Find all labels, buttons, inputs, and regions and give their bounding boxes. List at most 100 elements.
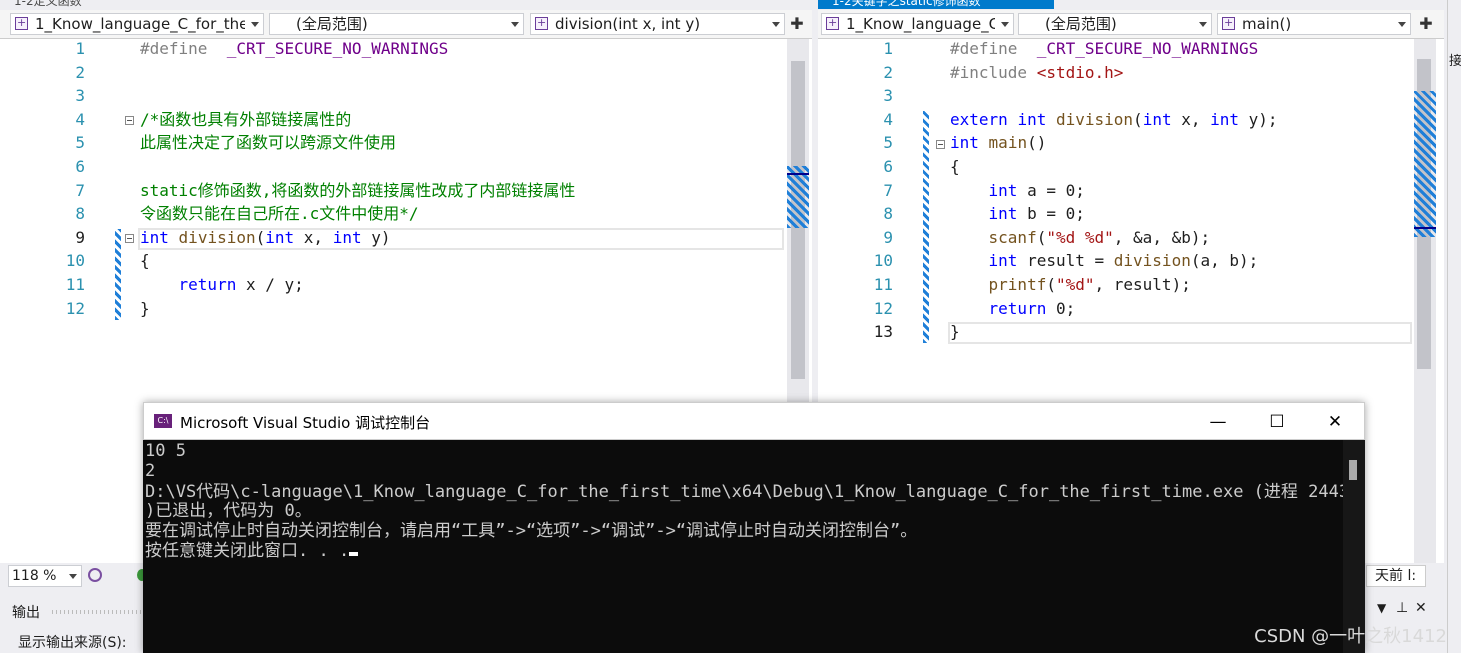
left-member-combo[interactable]: division(int x, int y) (530, 13, 785, 35)
console-title-bar[interactable]: C:\ Microsoft Visual Studio 调试控制台 — ☐ ✕ (143, 402, 1365, 440)
split-window-icon[interactable]: ✚ (1415, 13, 1437, 35)
line-number: 12 (65, 298, 85, 318)
line-number: 2 (75, 62, 85, 82)
chevron-down-icon (69, 574, 77, 579)
code-line[interactable]: int a = 0; (950, 179, 1085, 203)
right-current-line-highlight (948, 322, 1412, 344)
code-line[interactable]: return x / y; (140, 273, 304, 297)
fold-toggle-icon[interactable] (936, 140, 945, 149)
code-line[interactable]: int main() (950, 131, 1046, 155)
code-line[interactable]: int result = division(a, b); (950, 249, 1259, 273)
pin-icon[interactable]: ⊥ (1396, 600, 1408, 616)
sidebar-item-label[interactable]: 接 (1449, 50, 1461, 69)
code-line[interactable]: 令函数只能在自己所在.c文件中使用*/ (140, 202, 419, 226)
output-panel-title: 输出 (12, 605, 40, 621)
fold-toggle-icon[interactable] (125, 116, 134, 125)
line-number: 8 (883, 204, 893, 224)
fold-toggle-icon[interactable] (125, 234, 134, 243)
chevron-down-icon (772, 22, 780, 27)
code-line[interactable]: #define _CRT_SECURE_NO_WARNINGS (950, 37, 1258, 61)
function-icon (535, 14, 548, 33)
code-line[interactable]: int division(int x, int y) (140, 226, 391, 250)
line-number: 1 (75, 39, 85, 58)
console-output-line: 10 5 (145, 441, 186, 461)
left-scope-text: (全局范围) (296, 15, 368, 33)
line-number: 11 (65, 275, 85, 294)
close-button[interactable]: ✕ (1312, 409, 1358, 435)
line-number: 9 (883, 227, 893, 247)
line-number: 13 (873, 322, 893, 342)
console-output-line: 2 (145, 461, 156, 481)
left-scroll-change-marker (787, 166, 809, 228)
right-navigation-bar: 1_Know_language_C (全局范围) main() ✚ (818, 10, 1444, 39)
intellicode-icon[interactable] (88, 568, 102, 582)
split-window-icon[interactable]: ✚ (786, 13, 808, 35)
line-number: 5 (75, 133, 85, 153)
line-number: 3 (75, 86, 85, 106)
zoom-combo[interactable]: 118 % (8, 565, 82, 587)
line-number: 2 (883, 62, 893, 82)
code-line[interactable]: } (140, 297, 150, 321)
panel-dropdown-icon[interactable]: ▼ (1377, 601, 1386, 615)
line-number: 1 (883, 39, 893, 58)
code-line[interactable]: printf("%d", result); (950, 273, 1191, 297)
left-project-combo[interactable]: 1_Know_language_C_for_the_ (10, 13, 264, 35)
code-line[interactable]: } (950, 320, 960, 344)
line-number: 12 (873, 298, 893, 318)
right-tab-strip: 1-2关键字之static修饰函数 (818, 0, 1444, 9)
watermark: CSDN @一叶之秋1412 (1254, 626, 1447, 647)
console-scroll-thumb[interactable] (1349, 460, 1357, 480)
code-line[interactable]: 此属性决定了函数可以跨源文件使用 (140, 131, 396, 155)
code-line[interactable]: { (950, 155, 960, 179)
left-tab-strip: 1-2定义函数 (0, 0, 812, 9)
code-line[interactable]: static修饰函数,将函数的外部链接属性改成了内部链接属性 (140, 179, 575, 203)
right-vertical-scrollbar[interactable] (1414, 39, 1436, 563)
git-status[interactable]: 天前 l: (1366, 565, 1426, 587)
line-number: 9 (75, 227, 85, 247)
panel-grip (52, 610, 142, 614)
line-number: 10 (873, 251, 893, 271)
code-line[interactable]: extern int division(int x, int y); (950, 108, 1278, 132)
console-output-line: )已退出，代码为 0。 (145, 501, 312, 521)
right-scroll-caret-marker (1414, 227, 1436, 229)
text-cursor (349, 552, 359, 556)
line-number: 11 (873, 275, 893, 294)
left-navigation-bar: 1_Know_language_C_for_the_ (全局范围) divisi… (0, 10, 812, 39)
console-output-line: 按任意键关闭此窗口. . . (145, 541, 359, 561)
code-line[interactable]: /*函数也具有外部链接属性的 (140, 108, 351, 132)
console-app-icon: C:\ (154, 414, 172, 428)
right-scroll-change-marker (1414, 91, 1436, 237)
line-number: 6 (883, 157, 893, 176)
right-scope-combo[interactable]: (全局范围) (1018, 13, 1212, 35)
chevron-down-icon (1398, 22, 1406, 27)
panel-close-icon[interactable]: ✕ (1415, 600, 1427, 616)
output-source-label: 显示输出来源(S): (18, 635, 127, 651)
code-line[interactable]: return 0; (950, 297, 1076, 321)
console-prompt-text: 按任意键关闭此窗口. . . (145, 541, 350, 561)
right-project-combo[interactable]: 1_Know_language_C (821, 13, 1014, 35)
chevron-down-icon (251, 22, 259, 27)
code-line[interactable]: #define _CRT_SECURE_NO_WARNINGS (140, 37, 448, 61)
code-line[interactable]: int b = 0; (950, 202, 1085, 226)
left-member-text: division(int x, int y) (555, 15, 701, 33)
chevron-down-icon (1001, 22, 1009, 27)
debug-console-window[interactable]: C:\ Microsoft Visual Studio 调试控制台 — ☐ ✕ … (143, 402, 1365, 653)
minimize-button[interactable]: — (1195, 409, 1241, 435)
maximize-button[interactable]: ☐ (1254, 409, 1300, 435)
code-line[interactable]: scanf("%d %d", &a, &b); (950, 226, 1211, 250)
line-number: 10 (65, 251, 85, 271)
tab-right-file[interactable]: 1-2关键字之static修饰函数 (818, 0, 1054, 9)
chevron-down-icon (511, 22, 519, 27)
line-number: 5 (883, 133, 893, 153)
project-icon (826, 14, 839, 33)
zoom-value: 118 % (12, 568, 57, 584)
line-number: 3 (883, 86, 893, 106)
line-number: 4 (75, 109, 85, 129)
right-side-toolbar: 接 (1447, 0, 1461, 653)
left-scope-combo[interactable]: (全局范围) (269, 13, 524, 35)
code-line[interactable]: { (140, 249, 150, 273)
console-output-line: D:\VS代码\c-language\1_Know_language_C_for… (145, 482, 1345, 502)
code-line[interactable]: #include <stdio.h> (950, 61, 1123, 85)
right-member-combo[interactable]: main() (1217, 13, 1411, 35)
tab-left-file[interactable]: 1-2定义函数 (0, 0, 214, 9)
